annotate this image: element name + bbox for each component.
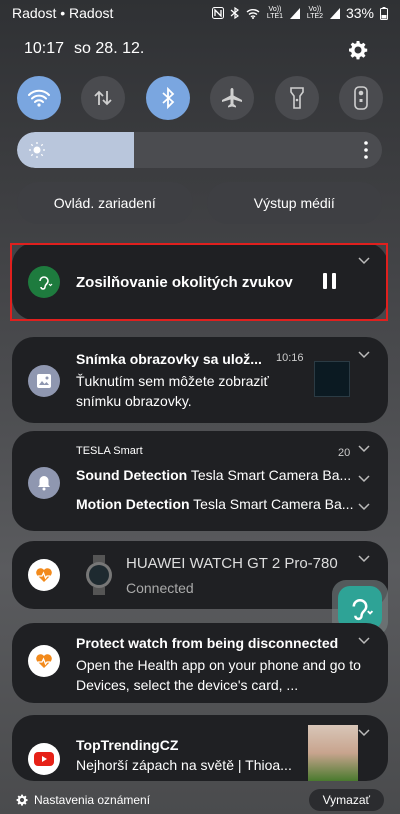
chevron-down-icon[interactable] bbox=[358, 729, 370, 737]
remote-icon bbox=[354, 86, 368, 110]
youtube-icon bbox=[34, 752, 54, 766]
airplane-toggle[interactable] bbox=[210, 76, 255, 120]
pause-icon bbox=[322, 273, 327, 289]
screenshot-thumbnail bbox=[314, 361, 350, 397]
notification-title: Zosilňovanie okolitých zvukov bbox=[76, 274, 293, 291]
notification-settings-label: Nastavenia oznámení bbox=[34, 793, 151, 807]
nfc-icon bbox=[211, 7, 224, 19]
notification-footer: Nastavenia oznámení Vymazať bbox=[0, 786, 400, 814]
pill-row: Ovlád. zariadení Výstup médií bbox=[17, 182, 382, 224]
brightness-slider[interactable] bbox=[17, 132, 382, 168]
notification-body: Ťuknutím sem môžete zobraziť snímku obra… bbox=[76, 373, 269, 409]
mobile-data-toggle[interactable] bbox=[81, 76, 126, 120]
bluetooth-toggle[interactable] bbox=[145, 76, 190, 120]
bluetooth-icon bbox=[162, 87, 175, 109]
tesla-line-sound: Sound Detection Tesla Smart Camera Ba... bbox=[76, 467, 376, 483]
status-icons: Vo)) LTE1 Vo)) LTE2 33% bbox=[211, 5, 388, 21]
notification-youtube[interactable]: TopTrendingCZ Nejhorší zápach na světě |… bbox=[12, 715, 388, 781]
notification-title: Snímka obrazovky sa ulož... bbox=[76, 351, 262, 367]
notification-protect-watch[interactable]: Protect watch from being disconnected Op… bbox=[12, 623, 388, 703]
chevron-down-icon[interactable] bbox=[358, 637, 370, 645]
chevron-down-icon[interactable] bbox=[358, 351, 370, 359]
line-bold: Sound Detection bbox=[76, 467, 188, 483]
device-control-button[interactable]: Ovlád. zariadení bbox=[17, 182, 193, 224]
flashlight-toggle[interactable] bbox=[274, 76, 319, 120]
signal2-icon bbox=[329, 7, 340, 19]
notification-count: 20 bbox=[338, 447, 351, 459]
watch-icon bbox=[86, 555, 112, 595]
bell-icon bbox=[38, 476, 50, 491]
image-icon bbox=[37, 374, 51, 388]
health-app-icon bbox=[28, 559, 60, 591]
wifi-icon bbox=[28, 89, 50, 107]
line-bold: Motion Detection bbox=[76, 496, 190, 512]
heart-icon bbox=[36, 654, 52, 668]
clock: 10:17 bbox=[24, 40, 65, 57]
gallery-app-icon bbox=[28, 365, 60, 397]
tesla-line-motion: Motion Detection Tesla Smart Camera Ba..… bbox=[76, 496, 376, 512]
more-options-icon[interactable] bbox=[364, 141, 368, 159]
chevron-down-icon[interactable] bbox=[358, 503, 370, 511]
chevron-down-icon[interactable] bbox=[358, 257, 370, 265]
remote-toggle[interactable] bbox=[338, 76, 383, 120]
app-name: TESLA Smart bbox=[76, 445, 143, 457]
datetime: 10:17 so 28. 12. bbox=[24, 40, 144, 58]
notification-title: Protect watch from being disconnected bbox=[76, 635, 339, 651]
health-app-icon bbox=[28, 645, 60, 677]
pause-icon-bar bbox=[331, 273, 336, 289]
chevron-down-icon[interactable] bbox=[358, 475, 370, 483]
heart-icon bbox=[36, 568, 52, 582]
status-bar: Radost • Radost Vo)) LTE1 Vo)) LTE2 33% bbox=[0, 0, 400, 26]
line-text: Tesla Smart Camera Ba... bbox=[187, 467, 352, 483]
notification-body: Open the Health app on your phone and go… bbox=[76, 657, 361, 693]
youtube-app-icon bbox=[28, 743, 60, 775]
chevron-down-icon[interactable] bbox=[358, 445, 370, 453]
battery-percent: 33% bbox=[345, 5, 374, 21]
notification-settings-link[interactable]: Nastavenia oznámení bbox=[16, 793, 309, 807]
ambient-sound-app-icon bbox=[28, 266, 60, 298]
airplane-icon bbox=[222, 88, 243, 108]
notification-title: TopTrendingCZ bbox=[76, 737, 179, 753]
battery-icon bbox=[380, 6, 388, 20]
notification-screenshot[interactable]: Snímka obrazovky sa ulož... 10:16 Ťuknut… bbox=[12, 337, 388, 423]
clear-all-button[interactable]: Vymazať bbox=[308, 789, 384, 811]
signal1-icon bbox=[289, 7, 300, 19]
ear-icon bbox=[39, 276, 53, 290]
settings-button[interactable] bbox=[346, 38, 370, 62]
sun-icon bbox=[29, 142, 45, 158]
notification-title: HUAWEI WATCH GT 2 Pro-780 bbox=[126, 555, 338, 572]
wifi-status-icon bbox=[246, 8, 260, 19]
video-thumbnail bbox=[308, 725, 358, 781]
pause-button[interactable] bbox=[318, 269, 340, 293]
lte2-label: Vo)) LTE2 bbox=[306, 6, 324, 20]
wifi-toggle[interactable] bbox=[17, 76, 61, 120]
media-output-button[interactable]: Výstup médií bbox=[206, 182, 382, 224]
gear-icon bbox=[349, 41, 368, 60]
notification-body: Nejhorší zápach na světě | Thioa... bbox=[76, 757, 292, 773]
line-text: Tesla Smart Camera Ba... bbox=[189, 496, 354, 512]
notification-time: 10:16 bbox=[276, 352, 304, 364]
chevron-down-icon[interactable] bbox=[358, 555, 370, 563]
flashlight-icon bbox=[289, 87, 304, 109]
tesla-app-icon bbox=[28, 467, 60, 499]
notification-ambient-sound[interactable]: Zosilňovanie okolitých zvukov bbox=[12, 243, 388, 320]
ear-icon bbox=[352, 598, 374, 621]
gear-icon bbox=[16, 794, 28, 806]
notification-subtitle: Connected bbox=[126, 580, 194, 596]
notification-tesla[interactable]: TESLA Smart 20 Sound Detection Tesla Sma… bbox=[12, 431, 388, 531]
lte1-label: Vo)) LTE1 bbox=[266, 6, 284, 20]
carrier-label: Radost • Radost bbox=[12, 5, 114, 21]
bluetooth-status-icon bbox=[230, 7, 240, 19]
date: so 28. 12. bbox=[74, 40, 145, 57]
data-arrows-icon bbox=[94, 90, 113, 106]
quick-settings-row bbox=[17, 76, 383, 120]
